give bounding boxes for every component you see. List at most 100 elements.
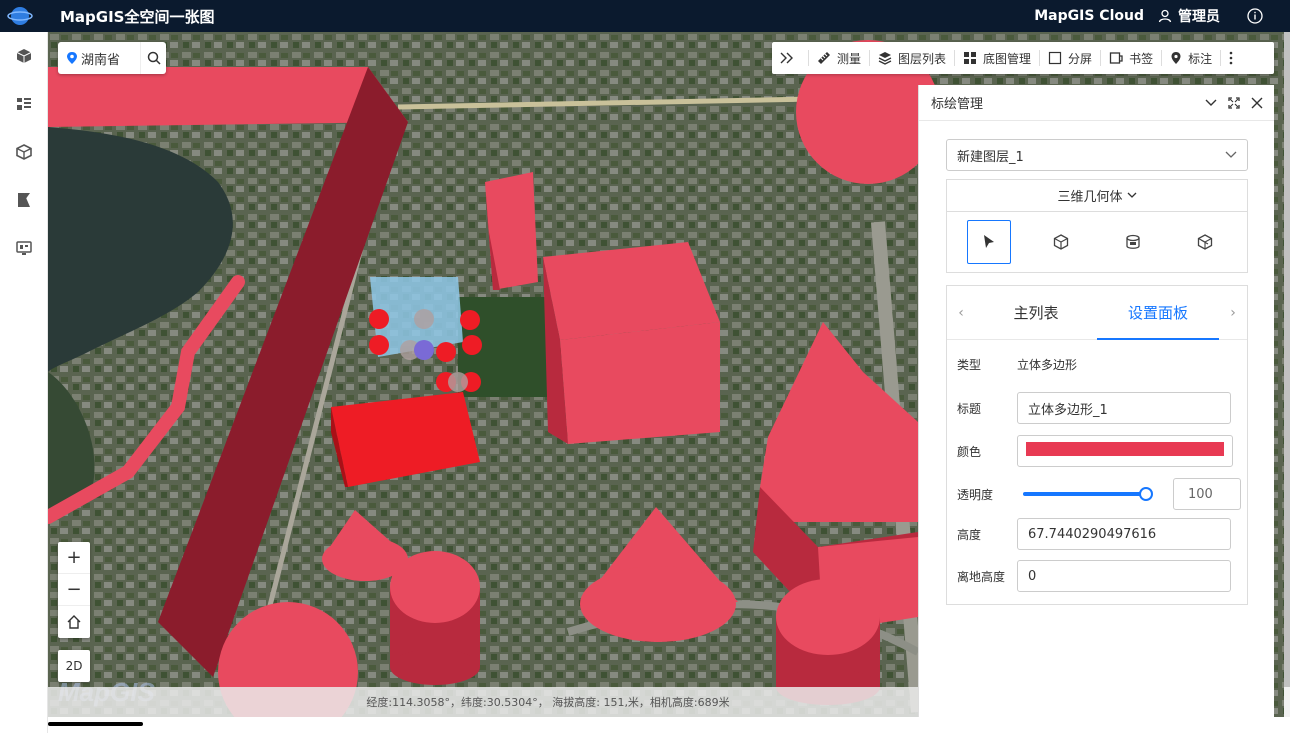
height-label: 高度 [957, 527, 982, 542]
color-picker[interactable] [1017, 435, 1233, 467]
opacity-label: 透明度 [957, 487, 994, 502]
panel-header: 标绘管理 [919, 85, 1274, 121]
box-tool[interactable] [1039, 220, 1083, 264]
toolbar-annotate-label: 标注 [1188, 51, 1213, 66]
app-title: MapGIS全空间一张图 [60, 7, 215, 26]
settings-panel: ‹ 主列表 设置面板 › 类型 立体多边形 标题 立体多边形_1 颜色 透明度 … [946, 285, 1248, 605]
chevron-down-icon [1225, 151, 1237, 158]
layer-select-value: 新建图层_1 [957, 149, 1024, 165]
layer-select[interactable]: 新建图层_1 [946, 139, 1248, 171]
collapse-button[interactable] [1200, 92, 1222, 114]
tab-main-list[interactable]: 主列表 [975, 286, 1097, 340]
panel-tabs: ‹ 主列表 设置面板 › [947, 286, 1247, 340]
top-bar: MapGIS全空间一张图 MapGIS Cloud 管理员 [0, 0, 1290, 32]
color-row: 颜色 [957, 435, 1233, 467]
box-icon [1053, 234, 1069, 250]
user-icon [1158, 9, 1172, 23]
sidebar-item-model[interactable] [0, 128, 48, 176]
tab-settings[interactable]: 设置面板 [1097, 286, 1219, 340]
horizontal-scrollbar[interactable] [48, 722, 143, 726]
toolbar-layer-list-label: 图层列表 [898, 51, 947, 66]
geometry-type-dropdown[interactable]: 三维几何体 [947, 180, 1247, 212]
vertical-scrollbar[interactable] [1284, 32, 1290, 687]
color-swatch [1026, 442, 1224, 456]
globe-logo-icon [0, 0, 40, 32]
sidebar-item-analysis[interactable] [0, 176, 48, 224]
title-row: 标题 立体多边形_1 [957, 392, 1231, 424]
zoom-out-button[interactable]: − [58, 574, 90, 606]
select-tool[interactable] [967, 220, 1011, 264]
layers-icon [878, 52, 892, 65]
zoom-controls: + − [58, 542, 90, 638]
location-pin-icon [67, 52, 77, 64]
analysis-icon [18, 193, 30, 207]
model-icon [16, 144, 32, 160]
plotting-panel: 标绘管理 新建图层_1 三维几何体 ‹ 主列表 设置面板 › 类型 立体多边形 … [918, 85, 1274, 717]
cylinder-tool[interactable] [1111, 220, 1155, 264]
height-row: 高度 67.7440290497616 [957, 518, 1231, 550]
fullscreen-icon [1228, 96, 1240, 109]
title-input[interactable]: 立体多边形_1 [1017, 392, 1231, 424]
user-name: 管理员 [1178, 9, 1220, 25]
toolbar-expand[interactable] [772, 42, 808, 74]
toolbar-basemap-label: 底图管理 [983, 51, 1032, 66]
opacity-input[interactable]: 100 [1173, 478, 1241, 510]
brand-name: MapGIS Cloud [1034, 8, 1144, 24]
layer-list-icon [17, 98, 31, 110]
type-row: 类型 立体多边形 [957, 356, 1077, 373]
sidebar-item-cube[interactable] [0, 32, 48, 80]
toolbar-layer-list[interactable]: 图层列表 [870, 42, 954, 74]
color-label: 颜色 [957, 444, 982, 459]
search-icon [147, 51, 161, 65]
ruler-icon [818, 52, 830, 64]
expand-icon [780, 52, 793, 64]
region-name[interactable]: 湖南省 [81, 49, 140, 68]
ground-height-label: 离地高度 [957, 569, 1006, 584]
toolbar-basemap[interactable]: 底图管理 [955, 42, 1039, 74]
fullscreen-button[interactable] [1223, 92, 1245, 114]
user-menu[interactable]: 管理员 [1158, 6, 1220, 26]
toolbar-annotate[interactable]: 标注 [1162, 42, 1220, 74]
opacity-slider-handle[interactable] [1139, 487, 1153, 501]
home-button[interactable] [58, 606, 90, 638]
left-sidebar [0, 32, 48, 733]
panel-title: 标绘管理 [931, 97, 984, 112]
toolbar-measure-label: 测量 [837, 51, 862, 66]
tab-prev-button[interactable]: ‹ [947, 305, 975, 321]
polyhedron-tool[interactable] [1183, 220, 1227, 264]
toolbar-more[interactable] [1221, 42, 1247, 74]
search-button[interactable] [140, 42, 166, 74]
height-input[interactable]: 67.7440290497616 [1017, 518, 1231, 550]
toolbar-split-label: 分屏 [1068, 51, 1093, 66]
coordinate-status: 经度:114.3058°，纬度:30.5304°， 海拔高度: 151,米，相机… [48, 687, 918, 717]
title-label: 标题 [957, 401, 982, 416]
sidebar-item-layers[interactable] [0, 80, 48, 128]
zoom-in-button[interactable]: + [58, 542, 90, 574]
opacity-slider[interactable] [1023, 487, 1153, 501]
chevron-down-icon [1127, 192, 1136, 198]
map-toolbar: 测量 图层列表 底图管理 分屏 书签 标注 [772, 42, 1274, 74]
cursor-icon [984, 235, 994, 248]
screen-icon [16, 241, 32, 255]
chevron-down-icon [1205, 99, 1217, 106]
close-button[interactable] [1246, 92, 1268, 114]
more-vertical-icon [1229, 51, 1233, 65]
info-icon[interactable] [1246, 7, 1264, 25]
home-icon [67, 615, 81, 629]
toolbar-bookmark[interactable]: 书签 [1101, 42, 1161, 74]
close-icon [1251, 97, 1263, 108]
region-search[interactable]: 湖南省 [58, 42, 166, 74]
split-icon [1048, 51, 1062, 65]
bookmark-icon [1109, 52, 1123, 64]
toolbar-bookmark-label: 书签 [1129, 51, 1154, 66]
grid-icon [964, 52, 977, 64]
toolbar-measure[interactable]: 测量 [809, 42, 869, 74]
polyhedron-icon [1197, 234, 1213, 250]
toolbar-split[interactable]: 分屏 [1040, 42, 1100, 74]
tab-next-button[interactable]: › [1219, 305, 1247, 321]
geometry-type-label: 三维几何体 [1057, 190, 1123, 205]
ground-height-row: 离地高度 0 [957, 560, 1231, 592]
geometry-box: 三维几何体 [946, 179, 1248, 273]
sidebar-item-screen[interactable] [0, 224, 48, 272]
ground-height-input[interactable]: 0 [1017, 560, 1231, 592]
